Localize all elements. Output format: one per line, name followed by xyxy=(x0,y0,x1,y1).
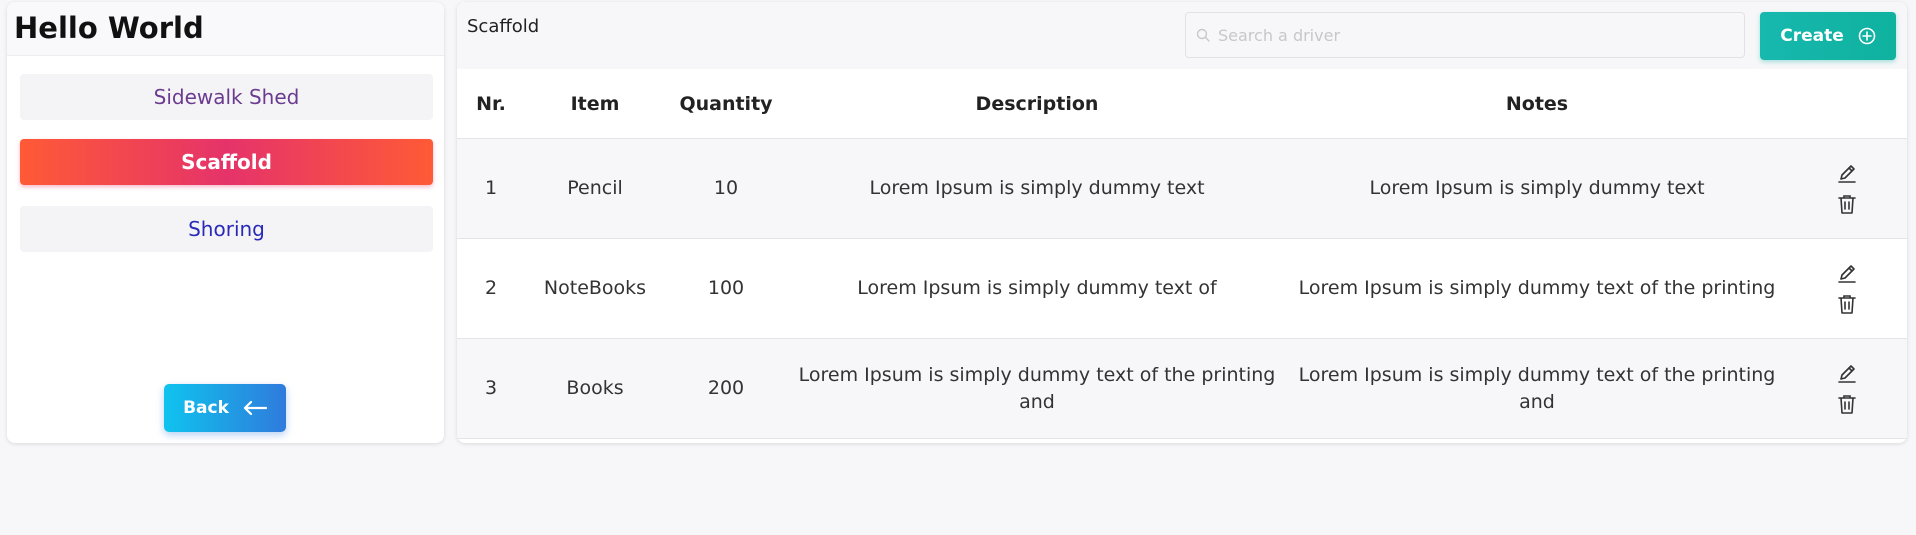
search-input[interactable] xyxy=(1216,24,1740,46)
column-header-item: Item xyxy=(525,69,665,139)
back-button-label: Back xyxy=(183,398,229,418)
sidebar: Hello World Sidewalk Shed Scaffold Shori… xyxy=(7,2,444,443)
cell-notes: Lorem Ipsum is simply dummy text of the … xyxy=(1287,338,1787,439)
cell-quantity: 100 xyxy=(665,238,787,339)
column-header-notes: Notes xyxy=(1287,69,1787,139)
sidebar-item-shoring[interactable]: Shoring xyxy=(20,206,433,252)
plus-circle-icon xyxy=(1858,27,1876,45)
cell-quantity: 10 xyxy=(665,138,787,239)
items-table: Nr. Item Quantity Description Notes 1 Pe… xyxy=(457,69,1907,439)
cell-nr: 1 xyxy=(457,138,525,239)
cell-description: Lorem Ipsum is simply dummy text of xyxy=(787,238,1287,339)
cell-actions xyxy=(1787,338,1907,439)
sidebar-item-sidewalk-shed[interactable]: Sidewalk Shed xyxy=(20,74,433,120)
pencil-icon[interactable] xyxy=(1835,362,1859,386)
column-header-description: Description xyxy=(787,69,1287,139)
cell-item: NoteBooks xyxy=(525,238,665,339)
search-box[interactable] xyxy=(1185,12,1745,58)
column-header-quantity: Quantity xyxy=(665,69,787,139)
trash-icon[interactable] xyxy=(1835,392,1859,416)
arrow-left-icon xyxy=(243,400,267,416)
cell-nr: 3 xyxy=(457,338,525,439)
pencil-icon[interactable] xyxy=(1835,262,1859,286)
cell-description: Lorem Ipsum is simply dummy text xyxy=(787,138,1287,239)
cell-actions xyxy=(1787,238,1907,339)
cell-notes: Lorem Ipsum is simply dummy text xyxy=(1287,138,1787,239)
cell-notes: Lorem Ipsum is simply dummy text of the … xyxy=(1287,238,1787,339)
cell-quantity: 200 xyxy=(665,338,787,439)
cell-description: Lorem Ipsum is simply dummy text of the … xyxy=(787,338,1287,439)
trash-icon[interactable] xyxy=(1835,192,1859,216)
table-row: 2 NoteBooks 100 Lorem Ipsum is simply du… xyxy=(457,238,1907,339)
column-header-actions xyxy=(1787,69,1907,139)
table-row: 1 Pencil 10 Lorem Ipsum is simply dummy … xyxy=(457,138,1907,239)
back-button[interactable]: Back xyxy=(164,384,286,432)
pencil-icon[interactable] xyxy=(1835,162,1859,186)
search-icon xyxy=(1196,28,1210,42)
main-panel: Scaffold Create Nr. xyxy=(457,2,1907,443)
page-title: Scaffold xyxy=(467,16,540,37)
cell-item: Pencil xyxy=(525,138,665,239)
column-header-nr: Nr. xyxy=(457,69,525,139)
cell-item: Books xyxy=(525,338,665,439)
main-header: Scaffold Create xyxy=(457,2,1907,69)
sidebar-title: Hello World xyxy=(7,2,444,56)
table-row: 3 Books 200 Lorem Ipsum is simply dummy … xyxy=(457,338,1907,439)
create-button[interactable]: Create xyxy=(1760,12,1896,60)
cell-actions xyxy=(1787,138,1907,239)
trash-icon[interactable] xyxy=(1835,292,1859,316)
cell-nr: 2 xyxy=(457,238,525,339)
sidebar-item-scaffold[interactable]: Scaffold xyxy=(20,139,433,185)
table-header-row: Nr. Item Quantity Description Notes xyxy=(457,69,1907,139)
create-button-label: Create xyxy=(1780,26,1844,46)
